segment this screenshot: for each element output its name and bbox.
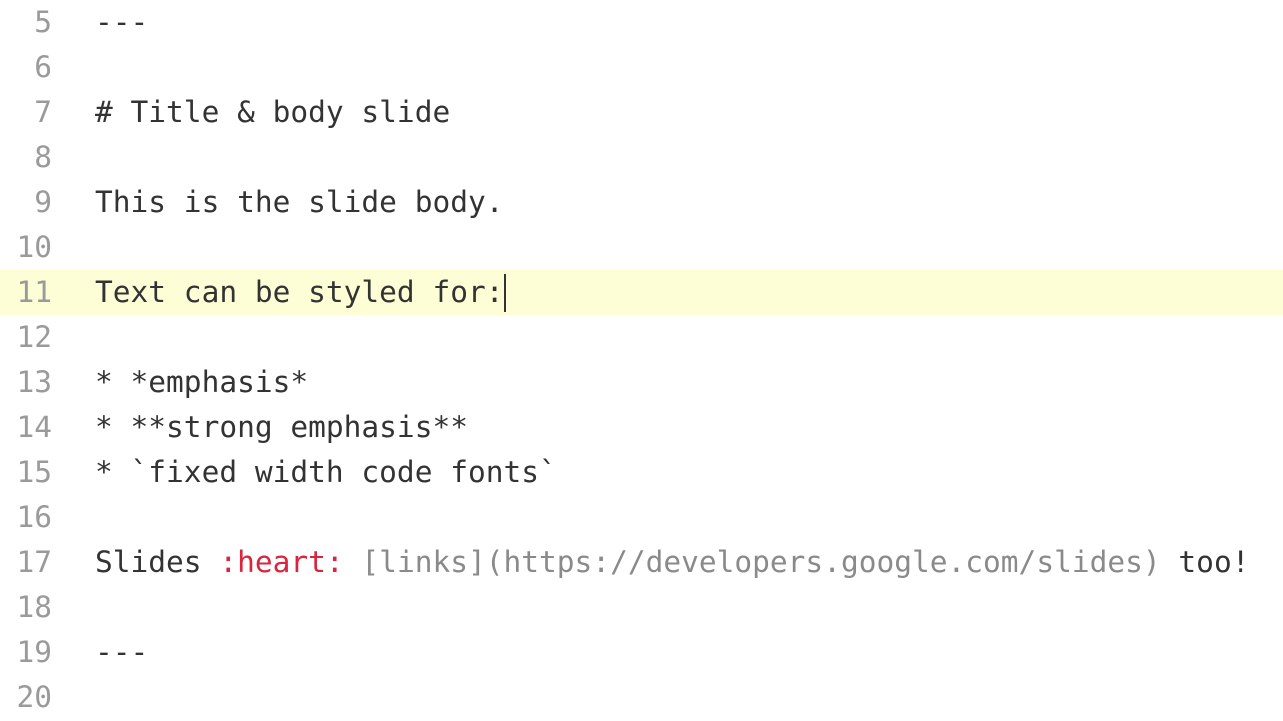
line-number: 20 xyxy=(0,675,70,720)
editor-line[interactable]: 20 xyxy=(0,675,1283,720)
editor-line[interactable]: 13 * *emphasis* xyxy=(0,360,1283,405)
code-token: --- xyxy=(95,5,148,39)
code-token: * **strong emphasis** xyxy=(95,410,468,444)
text-cursor xyxy=(504,274,506,312)
editor-line[interactable]: 8 xyxy=(0,135,1283,180)
line-number: 10 xyxy=(0,225,70,270)
line-number: 16 xyxy=(0,495,70,540)
code-token: * `fixed width code fonts` xyxy=(95,455,557,489)
code-editor[interactable]: 5 --- 67 # Title & body slide 89 This is the … xyxy=(0,0,1283,720)
editor-line[interactable]: 14 * **strong emphasis** xyxy=(0,405,1283,450)
line-number: 8 xyxy=(0,135,70,180)
code-token: too! xyxy=(1161,545,1250,579)
code-token: :heart: xyxy=(219,545,343,579)
line-number: 6 xyxy=(0,45,70,90)
line-content[interactable]: --- xyxy=(70,630,1283,675)
editor-line[interactable]: 7 # Title & body slide xyxy=(0,90,1283,135)
editor-line[interactable]: 18 xyxy=(0,585,1283,630)
line-number: 18 xyxy=(0,585,70,630)
editor-line[interactable]: 11 Text can be styled for: xyxy=(0,270,1283,315)
code-token: Text can be styled for: xyxy=(95,275,504,309)
line-content[interactable]: Text can be styled for: xyxy=(70,270,1283,315)
line-content[interactable]: --- xyxy=(70,0,1283,45)
line-number: 12 xyxy=(0,315,70,360)
code-token: --- xyxy=(95,635,148,669)
line-number: 5 xyxy=(0,0,70,45)
line-number: 9 xyxy=(0,180,70,225)
line-number: 7 xyxy=(0,90,70,135)
editor-line[interactable]: 16 xyxy=(0,495,1283,540)
line-number: 19 xyxy=(0,630,70,675)
line-content[interactable]: # Title & body slide xyxy=(70,90,1283,135)
line-content[interactable]: Slides :heart: [links](https://developer… xyxy=(70,540,1283,585)
line-number: 11 xyxy=(0,270,70,315)
editor-line[interactable]: 19 --- xyxy=(0,630,1283,675)
line-number: 13 xyxy=(0,360,70,405)
line-content[interactable]: * *emphasis* xyxy=(70,360,1283,405)
code-token: [links](https://developers.google.com/sl… xyxy=(361,545,1160,579)
line-content[interactable]: This is the slide body. xyxy=(70,180,1283,225)
editor-line[interactable]: 15 * `fixed width code fonts` xyxy=(0,450,1283,495)
editor-line[interactable]: 5 --- xyxy=(0,0,1283,45)
code-token: * *emphasis* xyxy=(95,365,308,399)
code-token xyxy=(344,545,362,579)
code-token: Slides xyxy=(95,545,219,579)
editor-line[interactable]: 9 This is the slide body. xyxy=(0,180,1283,225)
line-number: 17 xyxy=(0,540,70,585)
editor-line[interactable]: 17Slides :heart: [links](https://develop… xyxy=(0,540,1283,585)
line-content[interactable]: * **strong emphasis** xyxy=(70,405,1283,450)
editor-line[interactable]: 12 xyxy=(0,315,1283,360)
code-token: # Title & body slide xyxy=(95,95,450,129)
editor-line[interactable]: 10 xyxy=(0,225,1283,270)
line-content[interactable]: * `fixed width code fonts` xyxy=(70,450,1283,495)
line-number: 15 xyxy=(0,450,70,495)
code-token: This is the slide body. xyxy=(95,185,504,219)
line-number: 14 xyxy=(0,405,70,450)
editor-line[interactable]: 6 xyxy=(0,45,1283,90)
